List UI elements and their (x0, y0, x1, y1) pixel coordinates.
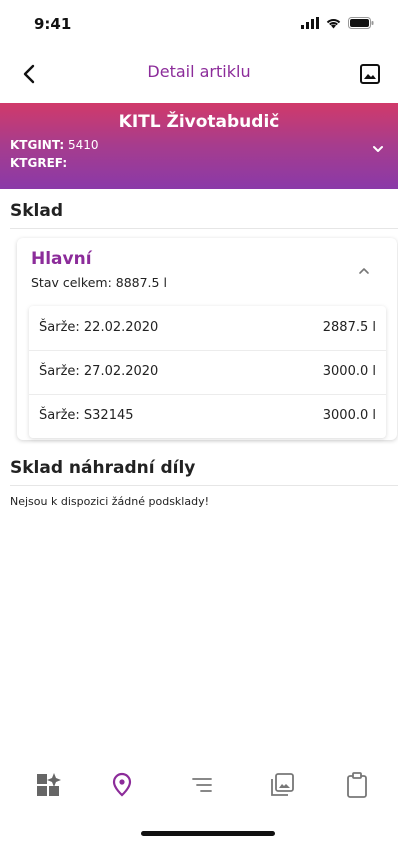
chevron-down-icon[interactable] (368, 139, 388, 159)
tab-grid-sparkle-icon[interactable] (34, 770, 64, 800)
batch-row[interactable]: Šarže: S32145 3000.0 l (29, 394, 386, 438)
cellular-signal-icon (301, 17, 319, 29)
batch-quantity: 3000.0 l (322, 364, 376, 379)
status-bar: 9:41 (0, 0, 398, 44)
tab-bar (0, 750, 398, 810)
ktgint-label: KTGINT: (10, 138, 65, 152)
batch-row[interactable]: Šarže: 22.02.2020 2887.5 l (29, 306, 386, 351)
ktgref-label: KTGREF: (10, 156, 68, 170)
section-title-sklad: Sklad (10, 201, 64, 221)
batch-label: Šarže: 22.02.2020 (39, 320, 159, 335)
batch-quantity: 2887.5 l (322, 320, 376, 335)
ktgint-row: KTGINT: 5410 (10, 138, 99, 152)
batch-row[interactable]: Šarže: 27.02.2020 3000.0 l (29, 350, 386, 395)
home-indicator (141, 831, 275, 836)
tab-location-pin-icon[interactable] (107, 770, 137, 800)
batch-label: Šarže: S32145 (39, 408, 134, 423)
ktgint-value: 5410 (68, 138, 99, 152)
image-gallery-icon[interactable] (358, 62, 382, 86)
empty-state-text: Nejsou k dispozici žádné podsklady! (10, 495, 209, 508)
status-icons (301, 17, 374, 29)
divider (10, 228, 398, 229)
section-title-spare-parts: Sklad náhradní díly (10, 458, 196, 478)
tab-list-lines-icon[interactable] (187, 770, 217, 800)
batch-quantity: 3000.0 l (322, 408, 376, 423)
tab-gallery-icon[interactable] (267, 770, 297, 800)
page-title: Detail artiklu (147, 62, 251, 81)
product-name: KITL Životabudič (118, 112, 280, 132)
ktgref-row: KTGREF: (10, 156, 67, 170)
status-time: 9:41 (34, 15, 72, 33)
nav-bar: Detail artiklu (0, 52, 398, 96)
batch-label: Šarže: 27.02.2020 (39, 364, 159, 379)
product-header[interactable]: KITL Životabudič KTGINT: 5410 KTGREF: (0, 103, 398, 189)
stock-total: Stav celkem: 8887.5 l (31, 275, 167, 290)
divider (10, 485, 398, 486)
batch-list: Šarže: 22.02.2020 2887.5 l Šarže: 27.02.… (29, 306, 386, 438)
stock-name: Hlavní (31, 249, 92, 269)
battery-icon (348, 17, 374, 29)
wifi-icon (326, 19, 341, 29)
stock-card: Hlavní Stav celkem: 8887.5 l Šarže: 22.0… (17, 238, 397, 440)
tab-clipboard-icon[interactable] (342, 770, 372, 800)
chevron-up-icon[interactable] (353, 260, 375, 282)
